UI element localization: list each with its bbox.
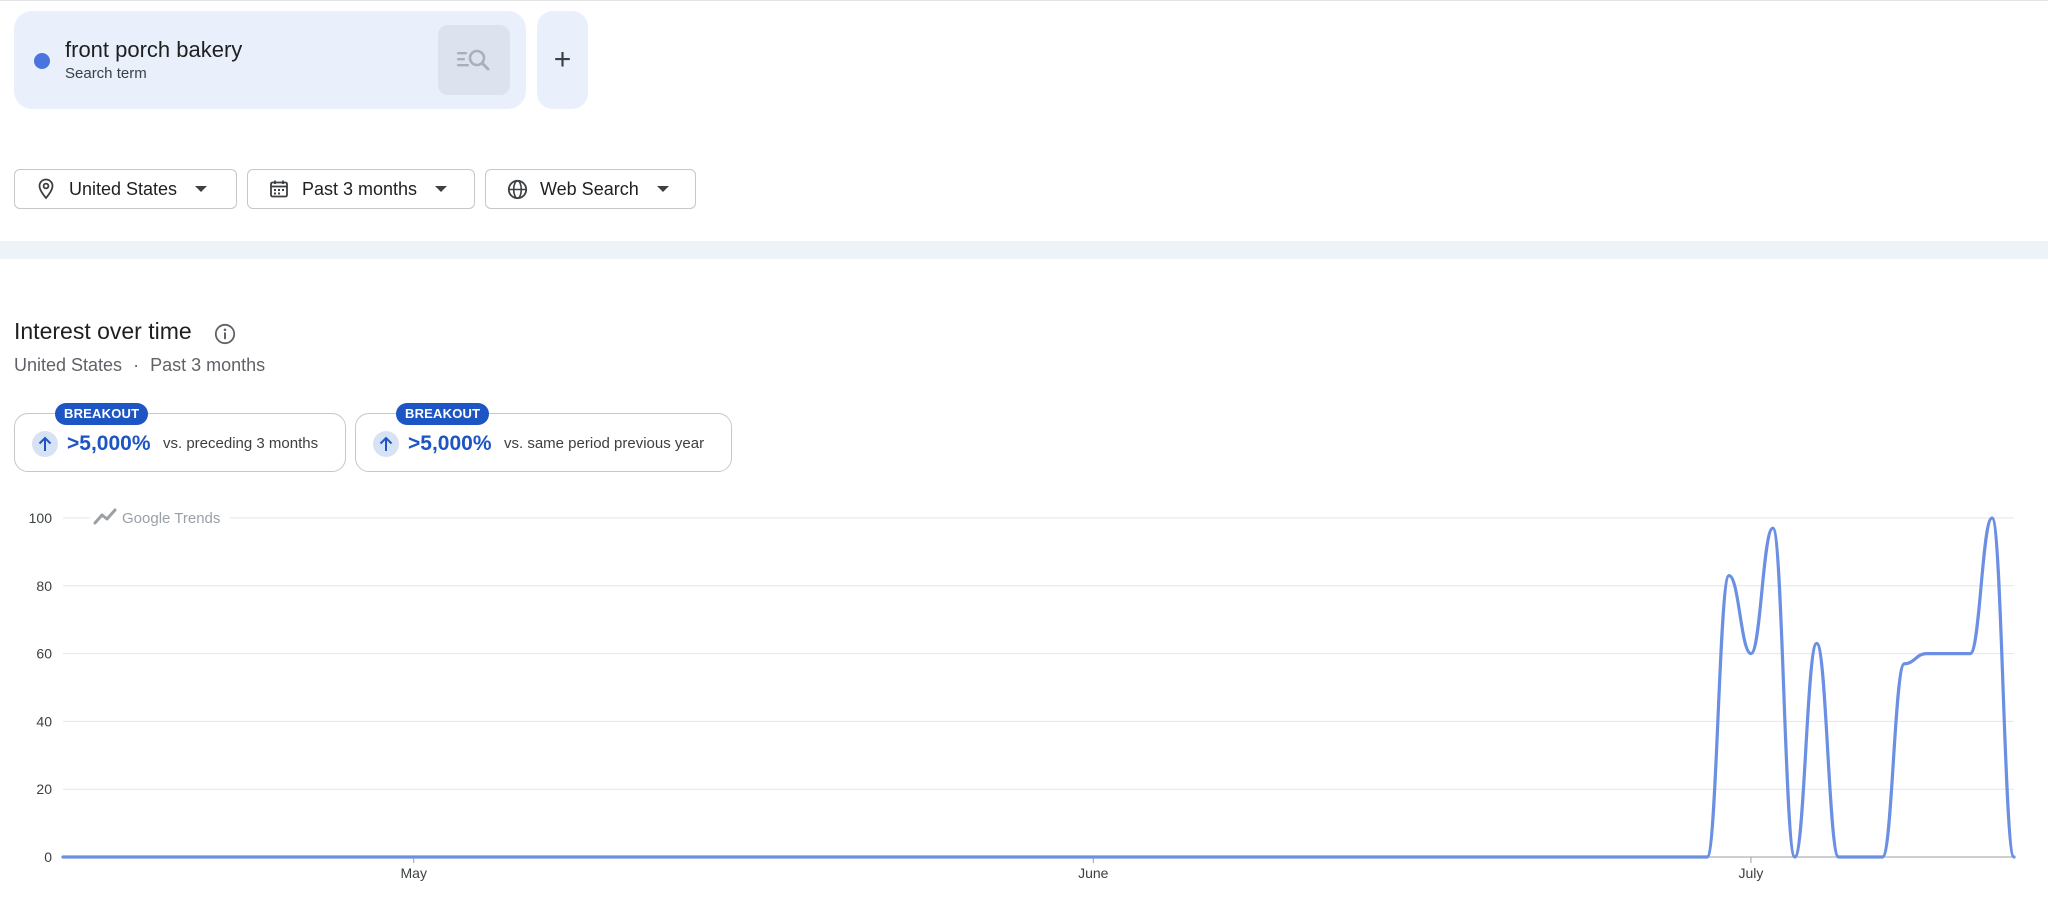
google-trends-watermark: Google Trends [90, 506, 230, 530]
comparison-pill-previous-year: BREAKOUT >5,000% vs. same period previou… [355, 403, 732, 472]
chevron-down-icon [435, 186, 448, 192]
globe-icon [506, 178, 528, 200]
arrow-up-icon [373, 431, 399, 457]
search-refine-icon [457, 49, 490, 71]
x-tick-label: June [1078, 865, 1109, 881]
chevron-down-icon [195, 186, 208, 192]
interest-over-time-chart[interactable]: 0 20 40 60 80 100 May June July Google Trends [0, 500, 2048, 890]
breakout-badge: BREAKOUT [55, 403, 149, 425]
info-icon[interactable] [214, 323, 236, 345]
section-divider-band [0, 241, 2048, 259]
series-line [61, 516, 2016, 859]
calendar-icon [268, 178, 290, 200]
breakout-badge: BREAKOUT [396, 403, 490, 425]
y-tick-label: 60 [36, 646, 52, 662]
y-tick-label: 100 [29, 510, 53, 526]
comparison-label: vs. preceding 3 months [163, 435, 319, 452]
property-filter-label: Web Search [540, 178, 639, 199]
time-filter-label: Past 3 months [302, 178, 418, 199]
y-tick-label: 0 [44, 849, 52, 865]
y-tick-label: 80 [36, 578, 52, 594]
subtitle-separator: · [133, 355, 140, 375]
section-title: Interest over time [14, 318, 192, 344]
property-filter-dropdown[interactable]: Web Search [485, 169, 696, 209]
x-tick-label: May [401, 865, 427, 881]
add-comparison-button[interactable]: + [537, 11, 588, 109]
subtitle-geo: United States [14, 355, 123, 375]
chevron-down-icon [656, 186, 669, 192]
change-value: >5,000% [67, 432, 151, 455]
plus-icon: + [553, 43, 572, 76]
search-term-type: Search term [65, 65, 147, 82]
location-pin-icon [35, 178, 57, 200]
search-term-name: front porch bakery [65, 37, 243, 62]
geo-filter-dropdown[interactable]: United States [14, 169, 237, 209]
section-subtitle: United States · Past 3 months [14, 355, 265, 376]
geo-filter-label: United States [69, 178, 178, 199]
comparison-pill-preceding: BREAKOUT >5,000% vs. preceding 3 months [14, 403, 346, 472]
time-filter-dropdown[interactable]: Past 3 months [247, 169, 475, 209]
watermark-text: Google Trends [122, 510, 220, 527]
y-tick-label: 20 [36, 781, 52, 797]
change-value: >5,000% [408, 432, 492, 455]
comparison-label: vs. same period previous year [504, 435, 705, 452]
term-color-dot [34, 53, 50, 69]
subtitle-time: Past 3 months [150, 355, 266, 375]
search-term-card[interactable]: front porch bakery Search term [14, 11, 526, 109]
top-divider [0, 0, 2048, 1]
y-tick-label: 40 [36, 713, 52, 729]
x-tick-label: July [1738, 865, 1763, 881]
refine-search-button[interactable] [438, 25, 510, 95]
arrow-up-icon [32, 431, 58, 457]
